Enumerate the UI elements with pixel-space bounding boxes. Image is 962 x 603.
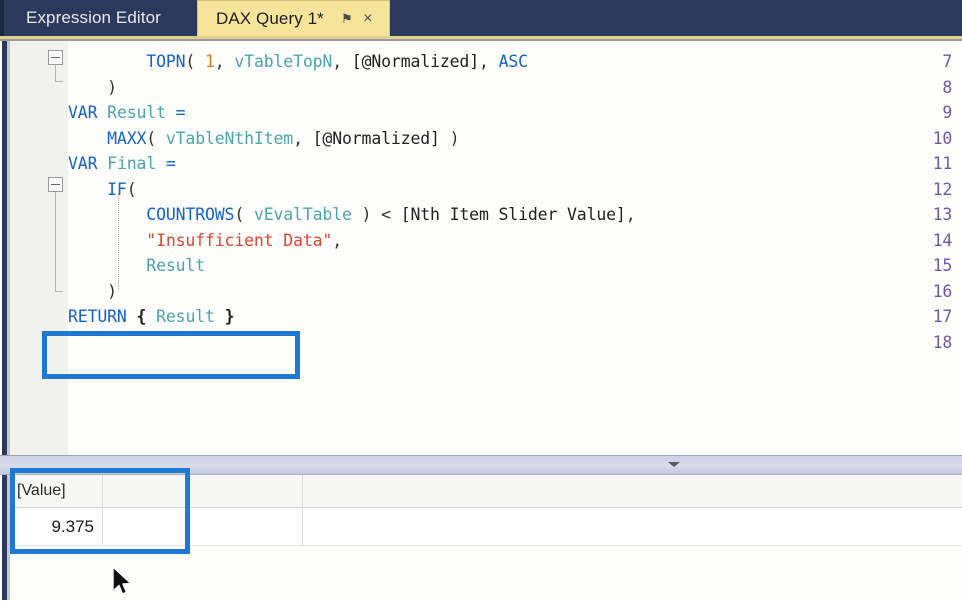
line-number-8: 8 xyxy=(942,77,952,97)
code-line-14: "Insufficient Data", xyxy=(146,230,342,250)
line-number-13: 13 xyxy=(932,205,953,224)
code-line-16: ) xyxy=(68,281,117,301)
tab-dax-query-1-label: DAX Query 1* xyxy=(215,8,324,28)
fold-guide-line-7 xyxy=(55,65,56,81)
tab-bar-left-edge xyxy=(0,0,4,36)
line-number-15: 15 xyxy=(932,256,953,275)
pin-icon[interactable]: ⚑ xyxy=(338,10,356,28)
fold-toggle-line-7[interactable] xyxy=(48,50,63,65)
code-line-15: Result xyxy=(146,256,205,275)
line-number-17: 17 xyxy=(932,307,953,326)
code-line-17: RETURN { Result } xyxy=(68,307,235,326)
fold-end-line-8 xyxy=(55,81,63,82)
column-header-value[interactable]: [Value] xyxy=(10,475,103,507)
results-grid-header-row: [Value] xyxy=(10,475,962,508)
code-line-11: VAR Final = xyxy=(68,154,176,173)
fold-toggle-line-12[interactable] xyxy=(48,177,63,192)
editor-gutter xyxy=(10,41,68,455)
column-header-empty[interactable] xyxy=(103,475,303,507)
tab-dax-query-1[interactable]: DAX Query 1* ⚑ × xyxy=(196,0,390,36)
tab-expression-editor-label: Expression Editor xyxy=(26,8,161,27)
line-number-9: 9 xyxy=(942,103,952,122)
query-results-panel: [Value] 9.375 xyxy=(0,475,962,600)
line-number-10: 10 xyxy=(932,128,953,148)
results-grid-empty-area xyxy=(10,546,962,600)
return-line-highlight-box xyxy=(42,331,300,379)
editor-results-splitter[interactable] xyxy=(0,455,962,475)
close-icon[interactable]: × xyxy=(359,10,377,28)
code-line-10: MAXX( vTableNthItem, [@Normalized] ) xyxy=(107,128,460,148)
line-number-7: 7 xyxy=(942,52,952,71)
code-line-9: VAR Result = xyxy=(68,103,186,122)
line-number-11: 11 xyxy=(932,154,953,173)
results-grid[interactable]: [Value] 9.375 xyxy=(10,475,962,600)
chevron-down-icon[interactable] xyxy=(668,462,680,467)
tab-expression-editor[interactable]: Expression Editor xyxy=(0,0,197,36)
fold-end-line-16 xyxy=(55,291,63,292)
table-row[interactable]: 9.375 xyxy=(10,508,962,546)
line-number-12: 12 xyxy=(932,179,953,199)
code-line-12: IF( xyxy=(107,179,137,199)
code-line-8: ) xyxy=(68,77,117,97)
line-number-16: 16 xyxy=(932,281,953,301)
line-number-14: 14 xyxy=(932,230,953,250)
code-line-13: COUNTROWS( vEvalTable ) < [Nth Item Slid… xyxy=(146,205,636,224)
line-number-18: 18 xyxy=(932,332,953,352)
cell-value[interactable]: 9.375 xyxy=(10,508,103,545)
cell-empty[interactable] xyxy=(103,508,303,545)
code-line-7: TOPN( 1, vTableTopN, [@Normalized], ASC xyxy=(146,52,528,71)
dax-code-editor[interactable]: 7 8 9 10 11 12 13 14 15 16 17 18 TOPN( 1… xyxy=(0,41,962,455)
tab-bar: Expression Editor DAX Query 1* ⚑ × xyxy=(0,0,962,36)
fold-guide-line-12 xyxy=(55,192,56,291)
